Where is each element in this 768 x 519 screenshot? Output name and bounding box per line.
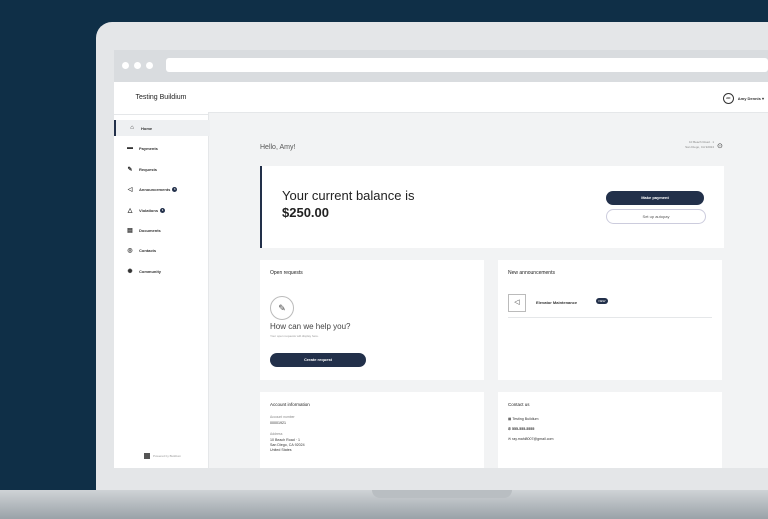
wrench-icon: ✎ xyxy=(270,296,294,320)
balance-card: Your current balance is $250.00 Make pay… xyxy=(260,166,724,248)
address-line: 10 Beach Road · 1 xyxy=(270,438,300,442)
create-request-button[interactable]: Create request xyxy=(270,353,366,367)
sidebar-item-label: Announcements xyxy=(139,186,171,192)
sidebar-item-label: Violations xyxy=(139,207,159,213)
email-address: ray.mahl8007@gmail.com xyxy=(512,437,554,441)
sidebar-item-payments[interactable]: ▬ Payments xyxy=(114,140,208,156)
phone-number: 555-555-5555 xyxy=(512,427,535,431)
contact-card: Contact us ▦ Testing Buildium ✆ 555-555-… xyxy=(498,392,722,468)
laptop-base xyxy=(0,490,768,519)
sidebar-item-community[interactable]: ✺ Community xyxy=(114,263,208,279)
announcements-card: New announcements ◁ Elevator Maintenance… xyxy=(498,260,722,380)
address-line: United States xyxy=(270,448,292,452)
help-subtext: Your open requests will display here. xyxy=(270,334,319,338)
announcement-link[interactable]: Elevator Maintenance xyxy=(536,300,577,305)
window-dot xyxy=(134,62,141,69)
sidebar-item-announcements[interactable]: ◁ Announcements 1 xyxy=(114,181,208,197)
account-number: 00001921 xyxy=(270,421,286,425)
card-title: Account information xyxy=(270,402,310,407)
payments-icon: ▬ xyxy=(127,145,133,151)
sidebar-item-label: Documents xyxy=(139,227,161,233)
greeting: Hello, Amy! xyxy=(260,144,296,151)
address-bar[interactable] xyxy=(166,58,768,72)
buildium-logo-icon xyxy=(144,453,150,459)
balance-label: Your current balance is xyxy=(282,188,415,203)
community-icon: ✺ xyxy=(127,268,133,275)
top-bar: AD Amy Dennis ▾ xyxy=(208,82,768,113)
sidebar-item-home[interactable]: ⌂ Home xyxy=(114,120,210,136)
avatar: AD xyxy=(722,93,734,104)
sidebar-item-contacts[interactable]: ◎ Contacts xyxy=(114,242,208,258)
brand-name: Testing Buildium xyxy=(114,82,208,115)
sidebar-item-violations[interactable]: △ Violations 1 xyxy=(114,202,208,218)
open-requests-card: Open requests ✎ How can we help you? You… xyxy=(260,260,484,380)
location-pin-icon[interactable]: ⊙ xyxy=(717,142,723,150)
sidebar-item-documents[interactable]: ▤ Documents xyxy=(114,222,208,238)
sidebar-item-label: Payments xyxy=(139,145,158,151)
count-badge: 1 xyxy=(160,207,166,213)
sidebar-item-label: Community xyxy=(139,268,161,274)
card-title: Contact us xyxy=(508,402,530,407)
powered-by-logo: Powered by Buildium xyxy=(144,453,181,459)
phone-row[interactable]: ✆ 555-555-5555 xyxy=(508,427,534,431)
new-badge: NEW xyxy=(596,298,608,304)
card-title: Open requests xyxy=(270,270,303,276)
sidebar-item-label: Requests xyxy=(139,166,158,172)
window-dot xyxy=(122,62,129,69)
home-icon: ⌂ xyxy=(130,125,134,131)
sidebar-item-requests[interactable]: ✎ Requests xyxy=(114,161,208,177)
laptop-notch xyxy=(372,490,512,498)
address-label: Address xyxy=(270,432,283,436)
address-line: San Diego, CA 92024 xyxy=(685,145,714,149)
setup-autopay-button[interactable]: Set up autopay xyxy=(606,209,706,224)
make-payment-button[interactable]: Make payment xyxy=(606,191,704,205)
wrench-icon: ✎ xyxy=(127,166,133,173)
property-address[interactable]: 10 Beach Road · 1 San Diego, CA 92024 xyxy=(654,140,714,150)
contacts-icon: ◎ xyxy=(127,247,133,254)
count-badge: 1 xyxy=(172,186,178,192)
company-row: ▦ Testing Buildium xyxy=(508,417,539,421)
user-name: Amy Dennis ▾ xyxy=(737,96,764,101)
account-number-label: Account number xyxy=(270,415,295,419)
megaphone-icon: ◁ xyxy=(508,294,526,312)
sidebar: Testing Buildium ⌂ Home ▬ Payments ✎ Req… xyxy=(114,82,210,468)
help-heading: How can we help you? xyxy=(270,322,351,331)
balance-amount: $250.00 xyxy=(282,205,329,220)
window-dot xyxy=(146,62,153,69)
address-line: San Diego, CA 92024 xyxy=(270,443,305,447)
documents-icon: ▤ xyxy=(127,227,133,234)
app-window: Testing Buildium ⌂ Home ▬ Payments ✎ Req… xyxy=(114,82,768,468)
sidebar-item-label: Home xyxy=(141,125,153,131)
divider xyxy=(508,317,712,318)
card-title: New announcements xyxy=(508,270,555,276)
account-info-card: Account information Account number 00001… xyxy=(260,392,484,468)
email-row[interactable]: ✉ ray.mahl8007@gmail.com xyxy=(508,437,554,441)
sidebar-item-label: Contacts xyxy=(139,247,157,253)
browser-chrome xyxy=(114,50,768,82)
company-name: Testing Buildium xyxy=(512,417,539,421)
powered-by-text: Powered by Buildium xyxy=(153,454,182,458)
violations-icon: △ xyxy=(127,207,133,214)
user-menu[interactable]: AD Amy Dennis ▾ xyxy=(722,93,764,104)
megaphone-icon: ◁ xyxy=(127,186,133,193)
